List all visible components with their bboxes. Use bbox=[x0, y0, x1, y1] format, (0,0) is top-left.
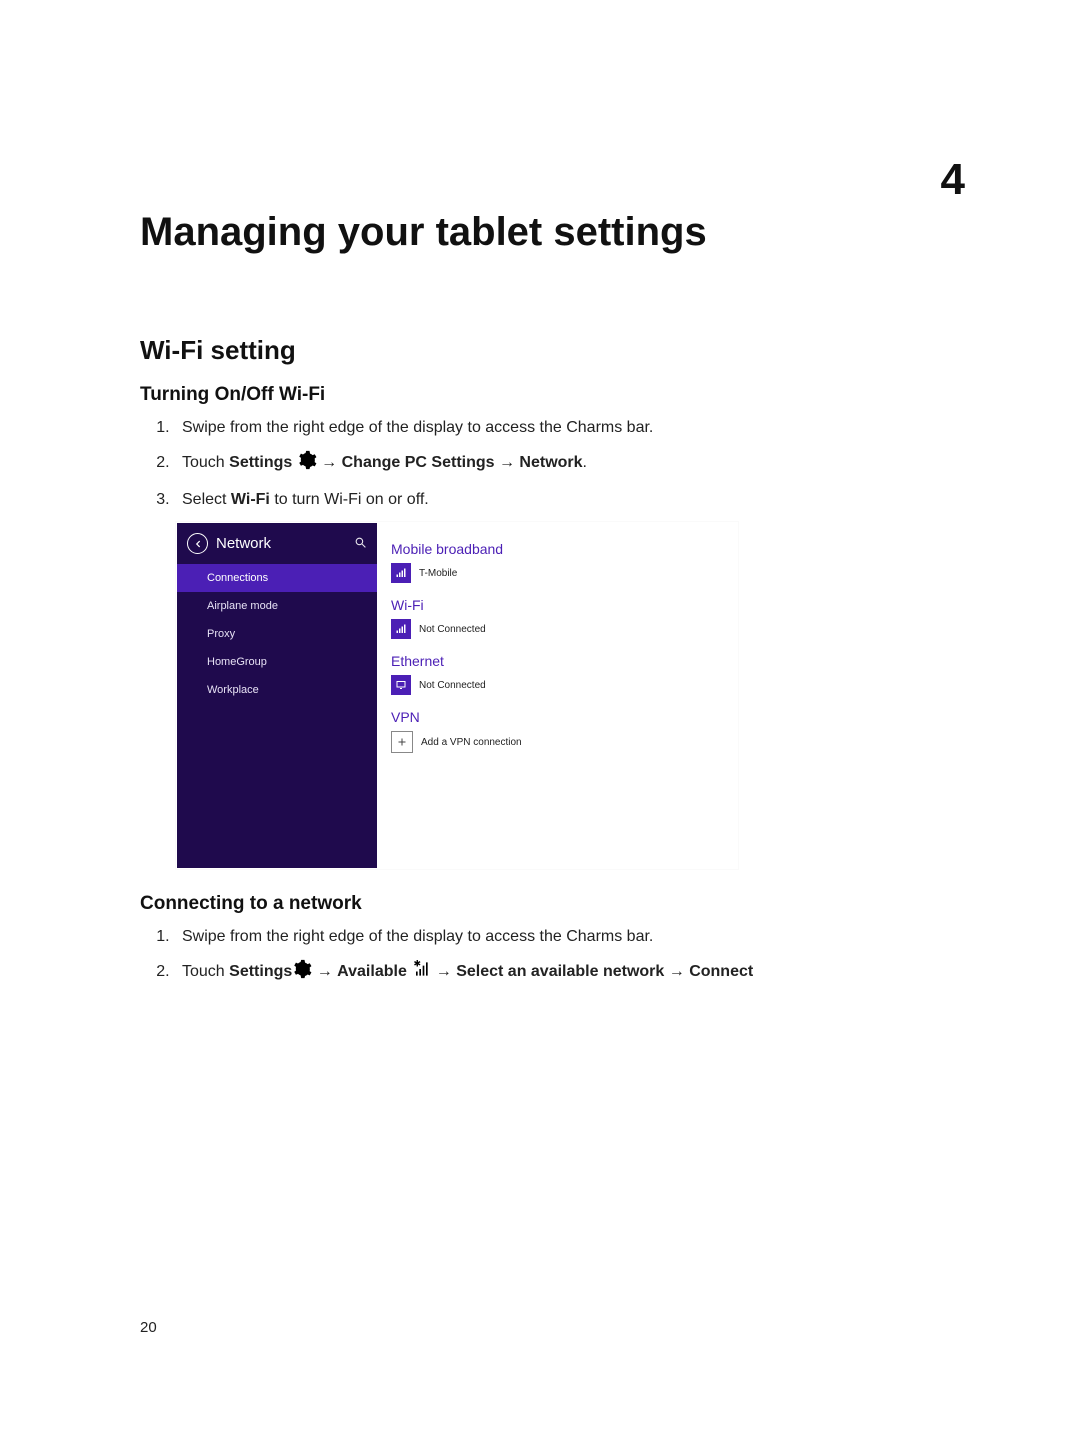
wifi-label: Wi-Fi bbox=[231, 491, 270, 508]
step-text: Swipe from the right edge of the display… bbox=[182, 928, 653, 945]
page-number: 20 bbox=[140, 1319, 157, 1336]
vpn-heading: VPN bbox=[391, 709, 723, 725]
ethernet-icon bbox=[391, 675, 411, 695]
step-1: Swipe from the right edge of the display… bbox=[174, 925, 970, 949]
change-pc-settings-label: Change PC Settings bbox=[342, 454, 495, 471]
steps-connecting-network: Swipe from the right edge of the display… bbox=[140, 925, 970, 987]
chapter-title: Managing your tablet settings bbox=[140, 210, 970, 255]
wifi-status-label: Not Connected bbox=[419, 624, 486, 635]
step-1: Swipe from the right edge of the display… bbox=[174, 416, 970, 440]
step-2: Touch Settings → Available ✱ → Select an… bbox=[174, 959, 970, 987]
chapter-number: 4 bbox=[941, 155, 965, 205]
mobile-broadband-row[interactable]: T-Mobile bbox=[391, 563, 723, 583]
vpn-row[interactable]: Add a VPN connection bbox=[391, 731, 723, 753]
gear-icon bbox=[297, 450, 317, 478]
svg-text:✱: ✱ bbox=[414, 959, 422, 969]
connect-label: Connect bbox=[689, 963, 753, 980]
section-heading-wifi: Wi-Fi setting bbox=[140, 335, 970, 366]
arrow: → bbox=[321, 454, 341, 471]
available-label: Available bbox=[337, 963, 407, 980]
step-text: to turn Wi-Fi on or off. bbox=[270, 491, 429, 508]
vpn-add-label: Add a VPN connection bbox=[421, 737, 522, 748]
signal-icon bbox=[391, 619, 411, 639]
ethernet-status-label: Not Connected bbox=[419, 680, 486, 691]
ethernet-row[interactable]: Not Connected bbox=[391, 675, 723, 695]
arrow: → bbox=[436, 963, 456, 980]
steps-turning-wifi: Swipe from the right edge of the display… bbox=[140, 416, 970, 512]
network-label: Network bbox=[519, 454, 582, 471]
nav-header[interactable]: Network bbox=[177, 523, 377, 564]
wifi-row[interactable]: Not Connected bbox=[391, 619, 723, 639]
arrow: → bbox=[495, 454, 520, 471]
select-network-label: Select an available network bbox=[456, 963, 664, 980]
content-panel: Mobile broadband T-Mobile Wi-Fi Not Conn… bbox=[377, 523, 737, 868]
step-text: Swipe from the right edge of the display… bbox=[182, 419, 653, 436]
settings-label: Settings bbox=[229, 963, 292, 980]
search-icon[interactable] bbox=[354, 536, 367, 552]
mobile-broadband-label: T-Mobile bbox=[419, 568, 457, 579]
nav-item-proxy[interactable]: Proxy bbox=[177, 620, 377, 648]
signal-icon bbox=[391, 563, 411, 583]
subsection-connecting-network: Connecting to a network bbox=[140, 893, 970, 915]
network-settings-screenshot: Network Connections Airplane mode Proxy … bbox=[176, 522, 738, 869]
nav-item-workplace[interactable]: Workplace bbox=[177, 676, 377, 704]
subsection-turning-wifi: Turning On/Off Wi-Fi bbox=[140, 384, 970, 406]
page: 4 Managing your tablet settings Wi-Fi se… bbox=[0, 0, 1080, 1434]
period: . bbox=[583, 454, 587, 471]
mobile-broadband-heading: Mobile broadband bbox=[391, 541, 723, 557]
step-text: Select bbox=[182, 491, 231, 508]
nav-item-homegroup[interactable]: HomeGroup bbox=[177, 648, 377, 676]
step-text: Touch bbox=[182, 963, 229, 980]
plus-icon bbox=[391, 731, 413, 753]
settings-label: Settings bbox=[229, 454, 292, 471]
ethernet-heading: Ethernet bbox=[391, 653, 723, 669]
step-2: Touch Settings → Change PC Settings → Ne… bbox=[174, 450, 970, 478]
wifi-heading: Wi-Fi bbox=[391, 597, 723, 613]
nav-item-connections[interactable]: Connections bbox=[177, 564, 377, 592]
back-icon[interactable] bbox=[187, 533, 208, 554]
nav-panel: Network Connections Airplane mode Proxy … bbox=[177, 523, 377, 868]
signal-available-icon: ✱ bbox=[411, 959, 431, 987]
nav-item-airplane[interactable]: Airplane mode bbox=[177, 592, 377, 620]
step-text: Touch bbox=[182, 454, 229, 471]
arrow: → bbox=[664, 963, 689, 980]
arrow: → bbox=[317, 963, 337, 980]
step-3: Select Wi-Fi to turn Wi-Fi on or off. bbox=[174, 488, 970, 512]
nav-title: Network bbox=[216, 535, 271, 552]
gear-icon bbox=[292, 959, 312, 987]
